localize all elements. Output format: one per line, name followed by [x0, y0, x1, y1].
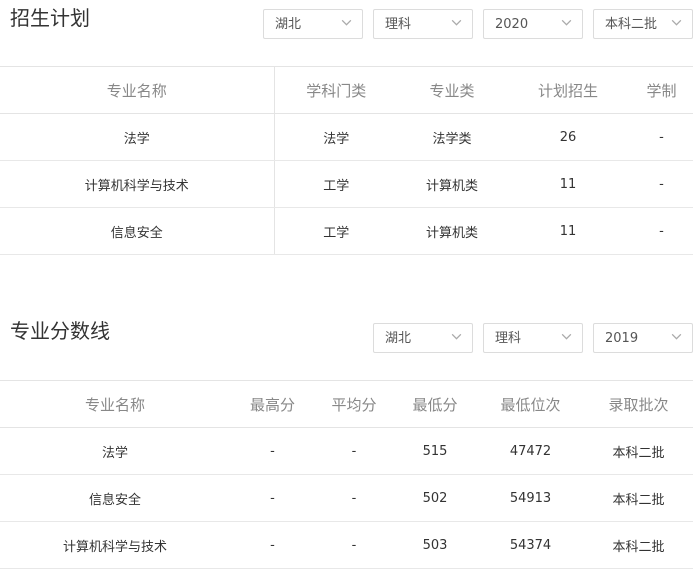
plan-col-quota: 计划招生 [506, 66, 630, 114]
scores-cell-avg: - [315, 521, 393, 569]
plan-col-class: 专业类 [398, 66, 506, 114]
scores-cell-major: 法学 [0, 427, 230, 475]
scores-cell-batch: 本科二批 [584, 427, 693, 475]
scores-cell-min-rank: 54913 [477, 474, 584, 522]
scores-cell-max: - [230, 427, 315, 475]
plan-cell-quota: 11 [506, 160, 630, 208]
scores-subject-value: 理科 [495, 331, 522, 346]
scores-col-batch: 录取批次 [584, 380, 693, 428]
table-row: 法学 法学 法学类 26 - [0, 113, 693, 161]
plan-cell-category: 法学 [274, 113, 398, 161]
scores-cell-max: - [230, 521, 315, 569]
scores-col-avg: 平均分 [315, 380, 393, 428]
plan-section-title: 招生计划 [10, 6, 90, 30]
plan-cell-major: 法学 [0, 113, 275, 161]
scores-col-min: 最低分 [393, 380, 477, 428]
scores-year-value: 2019 [605, 331, 639, 346]
plan-cell-duration: - [630, 160, 693, 208]
plan-year-value: 2020 [495, 17, 529, 32]
plan-cell-major: 计算机科学与技术 [0, 160, 275, 208]
chevron-down-icon [561, 19, 572, 26]
plan-year-select[interactable]: 2020 [483, 9, 583, 39]
plan-cell-duration: - [630, 207, 693, 255]
chevron-down-icon [671, 333, 682, 340]
scores-col-major: 专业名称 [0, 380, 230, 428]
scores-cell-min: 503 [393, 521, 477, 569]
scores-cell-major: 计算机科学与技术 [0, 521, 230, 569]
table-row: 计算机科学与技术 - - 503 54374 本科二批 [0, 521, 693, 569]
scores-cell-min-rank: 54374 [477, 521, 584, 569]
scores-cell-batch: 本科二批 [584, 474, 693, 522]
chevron-down-icon [671, 19, 682, 26]
plan-col-major: 专业名称 [0, 66, 275, 114]
scores-section-title: 专业分数线 [10, 319, 110, 343]
scores-col-max: 最高分 [230, 380, 315, 428]
scores-table-header: 专业名称 最高分 平均分 最低分 最低位次 录取批次 [0, 380, 693, 428]
plan-cell-class: 计算机类 [398, 160, 506, 208]
scores-province-select[interactable]: 湖北 [373, 323, 473, 353]
plan-cell-quota: 26 [506, 113, 630, 161]
plan-table: 专业名称 学科门类 专业类 计划招生 学制 法学 法学 法学类 26 - 计算机… [0, 66, 693, 255]
table-row: 计算机科学与技术 工学 计算机类 11 - [0, 160, 693, 208]
scores-cell-max: - [230, 474, 315, 522]
scores-cell-major: 信息安全 [0, 474, 230, 522]
chevron-down-icon [451, 19, 462, 26]
plan-cell-category: 工学 [274, 207, 398, 255]
scores-cell-min-rank: 47472 [477, 427, 584, 475]
plan-cell-quota: 11 [506, 207, 630, 255]
table-row: 信息安全 - - 502 54913 本科二批 [0, 474, 693, 522]
scores-subject-select[interactable]: 理科 [483, 323, 583, 353]
scores-cell-avg: - [315, 427, 393, 475]
plan-province-select[interactable]: 湖北 [263, 9, 363, 39]
chevron-down-icon [341, 19, 352, 26]
plan-table-header: 专业名称 学科门类 专业类 计划招生 学制 [0, 66, 693, 114]
plan-subject-select[interactable]: 理科 [373, 9, 473, 39]
chevron-down-icon [561, 333, 572, 340]
scores-cell-min: 502 [393, 474, 477, 522]
plan-cell-duration: - [630, 113, 693, 161]
plan-col-category: 学科门类 [274, 66, 398, 114]
plan-col-duration: 学制 [630, 66, 693, 114]
chevron-down-icon [451, 333, 462, 340]
plan-cell-category: 工学 [274, 160, 398, 208]
plan-cell-class: 法学类 [398, 113, 506, 161]
scores-cell-avg: - [315, 474, 393, 522]
plan-subject-value: 理科 [385, 17, 412, 32]
scores-col-min-rank: 最低位次 [477, 380, 584, 428]
table-row: 法学 - - 515 47472 本科二批 [0, 427, 693, 475]
plan-province-value: 湖北 [275, 17, 302, 32]
plan-batch-value: 本科二批 [605, 17, 658, 32]
scores-year-select[interactable]: 2019 [593, 323, 693, 353]
scores-table: 专业名称 最高分 平均分 最低分 最低位次 录取批次 法学 - - 515 47… [0, 380, 693, 569]
plan-cell-class: 计算机类 [398, 207, 506, 255]
plan-cell-major: 信息安全 [0, 207, 275, 255]
scores-province-value: 湖北 [385, 331, 412, 346]
scores-cell-min: 515 [393, 427, 477, 475]
plan-batch-select[interactable]: 本科二批 [593, 9, 693, 39]
table-row: 信息安全 工学 计算机类 11 - [0, 207, 693, 255]
scores-cell-batch: 本科二批 [584, 521, 693, 569]
